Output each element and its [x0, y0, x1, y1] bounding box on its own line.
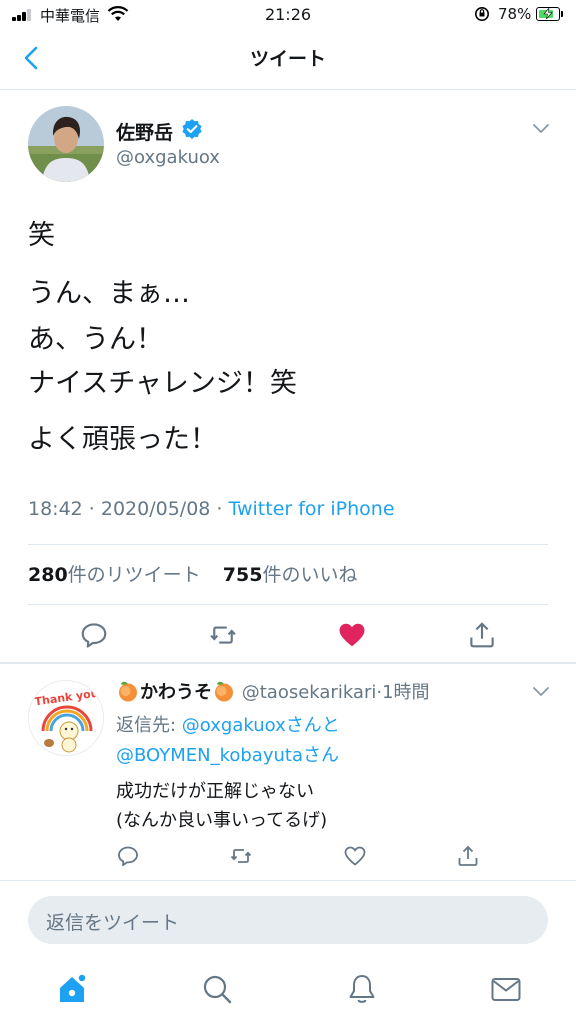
reply-avatar[interactable]: Thank you — [28, 680, 104, 756]
reply-to-user-link[interactable]: @oxgakuox — [182, 715, 286, 736]
status-bar: 中華電信 21:26 78% — [0, 0, 576, 30]
reply-to-line: @BOYMEN_kobayutaさん — [116, 741, 339, 767]
retweet-label: 件のリツイート — [67, 564, 201, 586]
reply-text-line: 成功だけが正解じゃない — [116, 781, 314, 802]
tweet-timestamp: 18:42 · 2020/05/08 · — [28, 498, 229, 520]
chevron-down-icon[interactable] — [530, 120, 552, 136]
tweet-text-line: うん、まぁ… — [28, 278, 190, 309]
author-handle[interactable]: @oxgakuox — [116, 147, 220, 168]
page-title: ツイート — [249, 48, 326, 70]
tweet-source-link[interactable]: Twitter for iPhone — [229, 498, 395, 520]
reply-to-user-link[interactable]: @BOYMEN_kobayuta — [116, 745, 303, 766]
retweet-count: 280 — [28, 564, 68, 586]
reply-input-placeholder: 返信をツイート — [46, 912, 180, 934]
search-icon[interactable] — [200, 972, 234, 1006]
reply-icon[interactable] — [116, 844, 140, 868]
tweet-text-line: よく頑張った！ — [28, 424, 217, 455]
reply-header: かわうそ @taosekarikari·1時間 — [116, 678, 430, 704]
stats-divider — [28, 604, 548, 605]
peach-emoji-icon — [215, 681, 233, 702]
tweet-divider — [0, 662, 576, 664]
share-icon[interactable] — [456, 844, 480, 868]
author-avatar[interactable] — [28, 106, 104, 182]
notifications-icon[interactable] — [345, 972, 379, 1006]
reply-time: ·1時間 — [376, 682, 430, 703]
meta-divider — [28, 544, 548, 545]
tweet-text-line: 笑 — [28, 220, 55, 251]
verified-badge-icon — [182, 119, 202, 139]
retweet-icon[interactable] — [229, 844, 253, 868]
nav-divider — [0, 89, 576, 90]
battery-nub — [561, 11, 563, 17]
reply-icon[interactable] — [79, 620, 109, 650]
battery-charging-icon — [536, 7, 560, 21]
battery-percent: 78% — [498, 5, 532, 23]
reply-divider — [0, 880, 576, 881]
reply-to-prefix: 返信先: — [116, 715, 182, 736]
home-icon[interactable] — [55, 972, 89, 1006]
rotation-lock-icon — [475, 7, 489, 21]
reply-author-handle[interactable]: @taosekarikari — [242, 682, 377, 703]
likes-stat[interactable]: 755件のいいね — [223, 564, 358, 586]
chevron-down-icon[interactable] — [530, 683, 552, 699]
reply-to-mid: さんと — [285, 715, 340, 736]
tweet-text-line: ナイスチャレンジ！笑 — [28, 368, 297, 399]
messages-icon[interactable] — [489, 972, 523, 1006]
author-name[interactable]: 佐野岳 — [116, 118, 173, 145]
tweet-meta: 18:42 · 2020/05/08 · Twitter for iPhone — [28, 498, 395, 520]
reply-text-line: (なんか良い事いってるげ) — [116, 810, 328, 831]
like-icon-filled[interactable] — [337, 620, 367, 650]
reply-to-line: 返信先: @oxgakuoxさんと — [116, 711, 340, 737]
retweets-stat[interactable]: 280件のリツイート — [28, 564, 201, 586]
reply-to-suffix: さん — [302, 745, 339, 766]
share-icon[interactable] — [467, 620, 497, 650]
tweet-text-line: あ、うん！ — [28, 324, 163, 355]
reply-author-name[interactable]: かわうそ — [140, 682, 212, 703]
like-label: 件のいいね — [262, 564, 358, 586]
like-count: 755 — [222, 564, 263, 586]
retweet-icon[interactable] — [208, 620, 238, 650]
like-icon[interactable] — [343, 844, 367, 868]
tweet-stats: 280件のリツイート 755件のいいね — [28, 560, 357, 587]
peach-emoji-icon — [119, 681, 137, 702]
